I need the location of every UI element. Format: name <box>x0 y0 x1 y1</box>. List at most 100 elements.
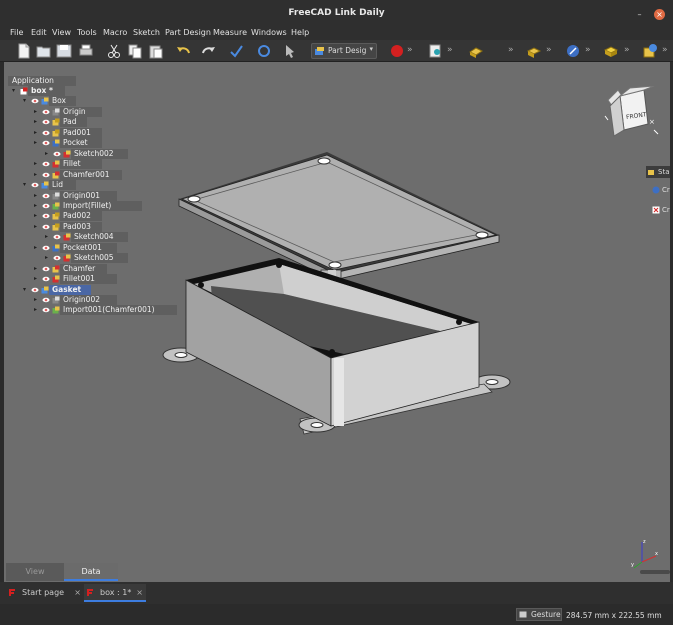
overflow-chevron-icon[interactable]: » <box>662 45 668 55</box>
visibility-eye-icon[interactable] <box>42 296 50 304</box>
visibility-eye-icon[interactable] <box>42 139 50 147</box>
tree-expand-icon[interactable]: ▸ <box>34 191 37 201</box>
visibility-eye-icon[interactable] <box>42 160 50 168</box>
overflow-chevron-icon[interactable]: » <box>546 45 552 55</box>
visibility-eye-icon[interactable] <box>42 192 50 200</box>
visibility-eye-icon[interactable] <box>42 244 50 252</box>
menu-help[interactable]: Help <box>291 28 309 37</box>
close-tab-icon[interactable]: × <box>136 584 143 602</box>
visibility-eye-icon[interactable] <box>42 202 50 210</box>
visibility-eye-icon[interactable] <box>31 286 39 294</box>
tab-start-page[interactable]: Start page × <box>6 584 84 602</box>
navigation-style-button[interactable]: Gesture <box>516 608 562 621</box>
undo-icon[interactable] <box>176 43 192 59</box>
menu-windows[interactable]: Windows <box>251 28 287 37</box>
overflow-chevron-icon[interactable]: » <box>624 45 630 55</box>
whats-this-icon[interactable] <box>283 43 299 59</box>
overflow-chevron-icon[interactable]: » <box>508 45 514 55</box>
menu-edit[interactable]: Edit <box>31 28 47 37</box>
print-icon[interactable] <box>78 43 94 59</box>
panel-item[interactable]: Cr <box>662 186 670 194</box>
navigation-cube[interactable]: FRONT × <box>604 86 660 138</box>
menu-sketch[interactable]: Sketch <box>133 28 160 37</box>
save-icon[interactable] <box>56 43 72 59</box>
tab-data[interactable]: Data <box>64 563 118 581</box>
navcube-close-icon[interactable]: × <box>649 118 655 126</box>
menu-measure[interactable]: Measure <box>213 28 247 37</box>
visibility-eye-icon[interactable] <box>42 171 50 179</box>
macro-record-icon[interactable] <box>389 43 405 59</box>
menu-part-design[interactable]: Part Design <box>165 28 211 37</box>
visibility-eye-icon[interactable] <box>42 108 50 116</box>
visibility-eye-icon[interactable] <box>42 212 50 220</box>
tree-expand-icon[interactable]: ▸ <box>34 138 37 148</box>
pad-icon[interactable] <box>526 43 542 59</box>
panel-item[interactable]: Cr <box>662 206 670 214</box>
tree-expand-icon[interactable]: ▸ <box>34 305 37 315</box>
horizontal-scrollbar[interactable] <box>640 570 670 574</box>
menu-view[interactable]: View <box>52 28 71 37</box>
tree-expand-icon[interactable]: ▸ <box>34 107 37 117</box>
tab-view[interactable]: View <box>6 563 64 581</box>
new-file-icon[interactable] <box>16 43 32 59</box>
tree-expand-icon[interactable]: ▸ <box>34 274 37 284</box>
visibility-eye-icon[interactable] <box>42 265 50 273</box>
tree-expand-icon[interactable]: ▸ <box>34 295 37 305</box>
tree-expand-icon[interactable]: ▾ <box>23 96 26 106</box>
recompute-icon[interactable] <box>256 43 272 59</box>
3d-viewport[interactable]: Application ▾ box * ▾ Box ▸ Origin ▸ Pad ▸ Pad001 ▸… <box>4 62 670 582</box>
open-file-icon[interactable] <box>36 43 52 59</box>
menu-file[interactable]: File <box>10 28 23 37</box>
macro-run-icon[interactable] <box>428 43 444 59</box>
visibility-eye-icon[interactable] <box>53 254 61 262</box>
visibility-eye-icon[interactable] <box>42 275 50 283</box>
tree-expand-icon[interactable]: ▸ <box>34 117 37 127</box>
box-icon[interactable] <box>642 43 658 59</box>
overflow-chevron-icon[interactable]: » <box>447 45 453 55</box>
part-design-icon <box>315 47 324 55</box>
cut-icon[interactable] <box>106 43 122 59</box>
close-tab-icon[interactable]: × <box>74 584 81 602</box>
redo-icon[interactable] <box>200 43 216 59</box>
tree-expand-icon[interactable]: ▾ <box>23 180 26 190</box>
menu-tools[interactable]: Tools <box>77 28 97 37</box>
visibility-eye-icon[interactable] <box>42 223 50 231</box>
tree-expand-icon[interactable]: ▸ <box>45 232 48 242</box>
body-icon <box>41 181 49 189</box>
visibility-eye-icon[interactable] <box>31 181 39 189</box>
box-model[interactable] <box>162 258 511 435</box>
refresh-icon[interactable] <box>228 43 244 59</box>
visibility-eye-icon[interactable] <box>42 306 50 314</box>
tree-expand-icon[interactable]: ▸ <box>34 264 37 274</box>
body-icon[interactable] <box>468 43 484 59</box>
overflow-chevron-icon[interactable]: » <box>585 45 591 55</box>
tree-expand-icon[interactable]: ▸ <box>34 211 37 221</box>
sketch-icon[interactable] <box>565 43 581 59</box>
tree-expand-icon[interactable]: ▾ <box>12 86 15 96</box>
overflow-chevron-icon[interactable]: » <box>407 45 413 55</box>
visibility-eye-icon[interactable] <box>53 150 61 158</box>
visibility-eye-icon[interactable] <box>31 97 39 105</box>
tree-expand-icon[interactable]: ▸ <box>34 128 37 138</box>
close-window-button[interactable]: × <box>654 9 665 20</box>
part-icon[interactable] <box>603 43 619 59</box>
minimize-button[interactable]: – <box>634 9 645 20</box>
visibility-eye-icon[interactable] <box>53 233 61 241</box>
selection-view-panel: Sta Cr Cr <box>646 166 670 226</box>
visibility-eye-icon[interactable] <box>42 118 50 126</box>
tree-expand-icon[interactable]: ▸ <box>34 201 37 211</box>
visibility-eye-icon[interactable] <box>42 129 50 137</box>
tree-expand-icon[interactable]: ▸ <box>45 253 48 263</box>
copy-icon[interactable] <box>127 43 143 59</box>
workbench-selector[interactable]: Part Desig ▾ <box>311 43 377 59</box>
tree-expand-icon[interactable]: ▸ <box>34 243 37 253</box>
tree-expand-icon[interactable]: ▸ <box>45 149 48 159</box>
tree-expand-icon[interactable]: ▾ <box>23 285 26 295</box>
menu-macro[interactable]: Macro <box>103 28 127 37</box>
paste-icon[interactable] <box>148 43 164 59</box>
tree-expand-icon[interactable]: ▸ <box>34 159 37 169</box>
tab-box-document[interactable]: box : 1* × <box>84 584 146 602</box>
tree-item-label: Box <box>52 96 66 106</box>
tree-expand-icon[interactable]: ▸ <box>34 170 37 180</box>
tree-expand-icon[interactable]: ▸ <box>34 222 37 232</box>
